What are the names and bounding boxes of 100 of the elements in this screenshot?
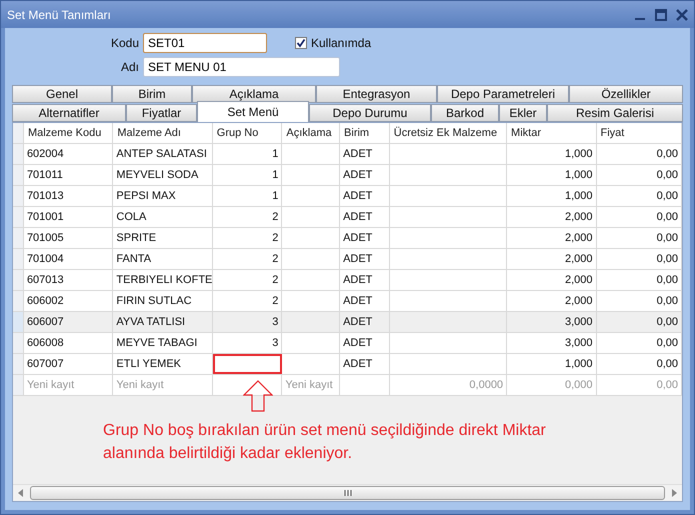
table-cell: 3,000: [507, 333, 597, 353]
table-cell: 2,000: [507, 207, 597, 227]
scroll-left-icon[interactable]: [18, 489, 24, 497]
table-cell: AYVA TATLISI: [113, 312, 213, 332]
name-label: Adı: [120, 60, 140, 74]
scroll-thumb[interactable]: [30, 486, 665, 500]
table-cell: 2: [212, 270, 282, 290]
table-cell: 701011: [24, 165, 114, 185]
table-row[interactable]: 701004 FANTA 2 ADET 2,000 0,00: [13, 249, 682, 270]
in-use-checkbox[interactable]: [295, 36, 307, 48]
tab[interactable]: Resim Galerisi: [547, 104, 683, 122]
tab[interactable]: Birim: [112, 85, 192, 103]
table-cell: ADET: [340, 354, 390, 374]
tab[interactable]: Entegrasyon: [316, 85, 437, 103]
row-indicator[interactable]: [13, 333, 24, 353]
table-cell: 3,000: [507, 312, 597, 332]
column-header[interactable]: Fiyat: [596, 123, 682, 143]
row-indicator[interactable]: [13, 375, 24, 395]
tab[interactable]: Ekler: [499, 104, 547, 122]
table-row[interactable]: 701001 COLA 2 ADET 2,000 0,00: [13, 207, 682, 228]
table-cell: MEYVELI SODA: [113, 165, 213, 185]
table-cell: ADET: [340, 165, 390, 185]
table-cell: ADET: [340, 249, 390, 269]
column-header[interactable]: Malzeme Kodu: [24, 123, 114, 143]
tab[interactable]: Depo Parametreleri: [437, 85, 569, 103]
table-cell: COLA: [113, 207, 213, 227]
row-indicator[interactable]: [13, 207, 24, 227]
table-cell: 2,000: [507, 270, 597, 290]
table-row[interactable]: 701005 SPRITE 2 ADET 2,000 0,00: [13, 228, 682, 249]
code-label: Kodu: [110, 36, 140, 50]
grip-icon: [344, 490, 352, 496]
table-cell: FANTA: [113, 249, 213, 269]
table-cell: 0,00: [596, 207, 682, 227]
row-indicator[interactable]: [13, 186, 24, 206]
row-indicator[interactable]: [13, 165, 24, 185]
table-cell: ADET: [340, 228, 390, 248]
table-row[interactable]: 602004 ANTEP SALATASI 1 ADET 1,000 0,00: [13, 144, 682, 165]
column-header[interactable]: Grup No: [212, 123, 282, 143]
tab[interactable]: Genel: [12, 85, 112, 103]
table-cell: 0,00: [596, 312, 682, 332]
table-cell: 0,00: [596, 249, 682, 269]
name-field[interactable]: SET MENU 01: [143, 56, 340, 76]
close-icon[interactable]: [676, 8, 688, 20]
tab[interactable]: Depo Durumu: [309, 104, 431, 122]
table-cell: 2: [212, 228, 282, 248]
table-cell: ADET: [340, 144, 390, 164]
table-row[interactable]: 606008 MEYVE TABAGI 3 ADET 3,000 0,00: [13, 333, 682, 354]
tab[interactable]: Set Menü: [197, 101, 309, 122]
table-cell: 0,00: [596, 186, 682, 206]
column-header[interactable]: Açıklama: [282, 123, 340, 143]
row-indicator[interactable]: [13, 144, 24, 164]
tab[interactable]: Alternatifler: [12, 104, 126, 122]
column-header[interactable]: Birim: [340, 123, 390, 143]
table-cell: PEPSI MAX: [113, 186, 213, 206]
table-row[interactable]: 607013 TERBIYELI KOFTE 2 ADET 2,000 0,00: [13, 270, 682, 291]
tab[interactable]: Özellikler: [569, 85, 683, 103]
tab[interactable]: Açıklama: [192, 85, 316, 103]
table-cell: 1,000: [507, 186, 597, 206]
table-row[interactable]: 606007 AYVA TATLISI 3 ADET 3,000 0,00: [13, 312, 682, 333]
row-indicator[interactable]: [13, 312, 24, 332]
row-indicator[interactable]: [13, 270, 24, 290]
row-indicator[interactable]: [13, 354, 24, 374]
table-cell: 606008: [24, 333, 114, 353]
row-indicator[interactable]: [13, 291, 24, 311]
row-indicator[interactable]: [13, 249, 24, 269]
table-cell: ADET: [340, 312, 390, 332]
scroll-right-icon[interactable]: [671, 489, 677, 497]
annotation-text: Grup No boş bırakılan ürün set menü seçildiğinde direkt Miktar alanında belirtildiği kadar ekleniyor.: [103, 421, 547, 464]
table-row[interactable]: 701011 MEYVELI SODA 1 ADET 1,000 0,00: [13, 165, 682, 186]
tab[interactable]: Barkod: [431, 104, 499, 122]
horizontal-scrollbar[interactable]: [13, 484, 682, 501]
table-row[interactable]: 701013 PEPSI MAX 1 ADET 1,000 0,00: [13, 186, 682, 207]
table-cell: 2,000: [507, 228, 597, 248]
table-cell: 0,00: [596, 354, 682, 374]
table-cell: 2,000: [507, 249, 597, 269]
table-cell: 1: [212, 165, 282, 185]
column-header[interactable]: Malzeme Adı: [113, 123, 213, 143]
code-field[interactable]: SET01: [143, 32, 267, 52]
table-cell: 0,00: [596, 228, 682, 248]
table-cell: 701001: [24, 207, 114, 227]
table-cell: 0,00: [596, 144, 682, 164]
table-cell: SPRITE: [113, 228, 213, 248]
table-cell: ADET: [340, 186, 390, 206]
table-cell: 0,00: [596, 333, 682, 353]
table-cell: 2,000: [507, 291, 597, 311]
table-cell: ADET: [340, 270, 390, 290]
maximize-icon[interactable]: [655, 8, 667, 20]
row-indicator[interactable]: [13, 228, 24, 248]
column-header[interactable]: Ücretsiz Ek Malzeme: [390, 123, 508, 143]
table-cell: 606002: [24, 291, 114, 311]
table-cell: 2: [212, 291, 282, 311]
tab[interactable]: Fiyatlar: [126, 104, 197, 122]
table-cell: 607013: [24, 270, 114, 290]
table-cell: 602004: [24, 144, 114, 164]
table-row[interactable]: 607007 ETLI YEMEK ADET 1,000 0,00: [13, 354, 682, 375]
table-cell: 1: [212, 186, 282, 206]
table-row[interactable]: 606002 FIRIN SUTLAC 2 ADET 2,000 0,00: [13, 291, 682, 312]
table-cell: 607007: [24, 354, 114, 374]
in-use-label: Kullanımda: [311, 36, 372, 50]
column-header[interactable]: Miktar: [507, 123, 596, 143]
